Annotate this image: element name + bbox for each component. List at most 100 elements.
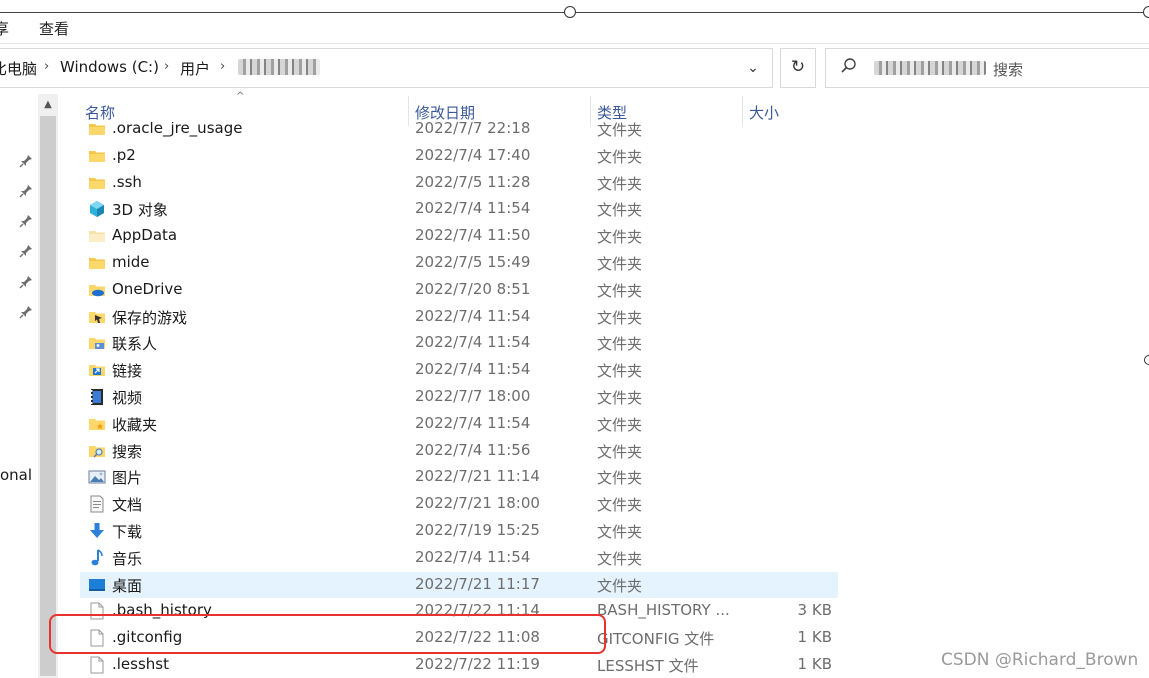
file-type: 文件夹 xyxy=(597,281,643,300)
file-row[interactable]: 图片 2022/7/21 11:14 文件夹 xyxy=(80,464,838,490)
links-icon xyxy=(88,361,106,379)
file-type: 文件夹 xyxy=(597,523,643,541)
scrollbar-thumb[interactable] xyxy=(40,116,56,676)
file-type: 文件夹 xyxy=(597,389,643,407)
folder-icon xyxy=(88,122,106,138)
ribbon-bottom-border xyxy=(0,43,1149,44)
breadcrumb-separator-icon[interactable]: › xyxy=(220,59,225,74)
file-modified-date: 2022/7/4 11:50 xyxy=(415,226,531,245)
file-modified-date: 2022/7/5 11:28 xyxy=(415,172,531,191)
downloads-icon xyxy=(88,522,106,540)
file-row[interactable]: 视频 2022/7/7 18:00 文件夹 xyxy=(80,384,838,410)
file-row[interactable]: OneDrive 2022/7/20 8:51 文件夹 xyxy=(80,277,838,303)
file-type: 文件夹 xyxy=(597,576,643,595)
breadcrumb-username-redacted[interactable] xyxy=(238,59,320,75)
file-modified-date: 2022/7/21 18:00 xyxy=(415,494,540,513)
file-name: 收藏夹 xyxy=(112,415,158,434)
file-row[interactable]: AppData 2022/7/4 11:50 文件夹 xyxy=(80,223,838,249)
file-row[interactable]: mide 2022/7/5 15:49 文件夹 xyxy=(80,250,838,276)
file-list[interactable]: .oracle_jre_usage 2022/7/7 22:18 文件夹 .p2 202… xyxy=(80,122,840,678)
file-row[interactable]: 收藏夹 2022/7/4 11:54 文件夹 xyxy=(80,411,838,437)
file-row[interactable]: 下载 2022/7/19 15:25 文件夹 xyxy=(80,518,838,544)
annotation-highlight xyxy=(49,614,606,654)
column-header-size[interactable]: 大小 xyxy=(749,102,779,123)
file-type: 文件夹 xyxy=(597,335,643,354)
file-type: 文件夹 xyxy=(597,308,643,327)
tab-view[interactable]: 查看 xyxy=(39,18,69,39)
pin-icon xyxy=(19,185,32,198)
file-type: BASH_HISTORY ... xyxy=(597,601,730,620)
breadcrumb-separator-icon[interactable]: › xyxy=(164,59,169,74)
file-row[interactable]: 3D 对象 2022/7/4 11:54 文件夹 xyxy=(80,196,838,222)
breadcrumb-this-pc[interactable]: 比电脑 xyxy=(0,58,37,79)
file-type: 文件夹 xyxy=(597,469,643,488)
file-row[interactable]: 链接 2022/7/4 11:54 文件夹 xyxy=(80,357,838,383)
file-modified-date: 2022/7/4 11:54 xyxy=(415,547,531,566)
file-modified-date: 2022/7/21 11:17 xyxy=(415,574,540,593)
videos-icon xyxy=(88,388,106,406)
file-modified-date: 2022/7/20 8:51 xyxy=(415,279,531,298)
file-row[interactable]: 桌面 2022/7/21 11:17 文件夹 xyxy=(80,571,838,598)
navigation-pane[interactable] xyxy=(0,94,38,678)
file-modified-date: 2022/7/22 11:19 xyxy=(415,655,540,673)
search-scope-redacted xyxy=(874,61,986,75)
file-type: GITCONFIG 文件 xyxy=(597,630,715,649)
breadcrumb-separator-icon[interactable]: › xyxy=(44,59,49,74)
file-row[interactable]: 搜索 2022/7/4 11:56 文件夹 xyxy=(80,438,838,464)
nav-item-partial[interactable]: onal xyxy=(0,466,32,484)
resize-handle-edge[interactable] xyxy=(1144,355,1149,365)
file-name: 3D 对象 xyxy=(112,201,168,220)
file-name: 链接 xyxy=(112,362,143,381)
file-row[interactable]: .ssh 2022/7/5 11:28 文件夹 xyxy=(80,170,838,196)
file-row[interactable]: .p2 2022/7/4 17:40 文件夹 xyxy=(80,143,838,169)
file-type: 文件夹 xyxy=(597,228,643,247)
nav-scrollbar[interactable]: ▲ xyxy=(38,94,58,678)
file-name: mide xyxy=(112,253,150,271)
file-modified-date: 2022/7/5 15:49 xyxy=(415,253,531,271)
refresh-button[interactable]: ↻ xyxy=(780,48,816,88)
file-row[interactable]: 音乐 2022/7/4 11:54 文件夹 xyxy=(80,545,838,571)
search-box[interactable]: 搜索 xyxy=(825,48,1149,88)
onedrive-icon xyxy=(88,281,106,299)
file-modified-date: 2022/7/4 11:54 xyxy=(415,360,531,379)
file-modified-date: 2022/7/4 11:54 xyxy=(415,413,531,432)
scroll-up-icon[interactable]: ▲ xyxy=(38,96,58,114)
file-name: 下载 xyxy=(112,523,143,541)
address-bar[interactable]: 比电脑 › Windows (C:) › 用户 › xyxy=(0,48,773,88)
column-header-date[interactable]: 修改日期 xyxy=(415,102,475,123)
file-type: 文件夹 xyxy=(597,496,643,515)
file-row[interactable]: .lesshst 2022/7/22 11:19 LESSHST 文件 1 KB xyxy=(80,652,838,678)
tab-share[interactable]: 享 xyxy=(0,18,9,39)
pin-icon xyxy=(19,155,32,168)
file-modified-date: 2022/7/21 11:14 xyxy=(415,467,540,486)
file-name: 图片 xyxy=(112,469,143,488)
address-history-dropdown-icon[interactable]: ⌄ xyxy=(744,58,762,78)
file-type: 文件夹 xyxy=(597,255,643,273)
resize-handle-right[interactable] xyxy=(1143,6,1149,18)
breadcrumb-users[interactable]: 用户 xyxy=(180,58,210,79)
file-name: .p2 xyxy=(112,145,136,164)
column-header-type[interactable]: 类型 xyxy=(597,102,627,123)
file-modified-date: 2022/7/4 11:54 xyxy=(415,199,531,218)
file-name: 桌面 xyxy=(112,576,143,595)
file-type: 文件夹 xyxy=(597,147,643,166)
sort-ascending-icon: ^ xyxy=(236,91,245,102)
file-type: 文件夹 xyxy=(597,549,643,568)
file-modified-date: 2022/7/4 11:56 xyxy=(415,440,531,459)
file-name: 文档 xyxy=(112,496,143,515)
file-type: 文件夹 xyxy=(597,415,643,434)
file-name: 搜索 xyxy=(112,442,143,461)
file-row[interactable]: 保存的游戏 2022/7/4 11:54 文件夹 xyxy=(80,304,838,330)
refresh-icon: ↻ xyxy=(790,57,806,77)
file-name: AppData xyxy=(112,226,178,245)
file-row[interactable]: 联系人 2022/7/4 11:54 文件夹 xyxy=(80,330,838,356)
resize-handle[interactable] xyxy=(564,6,576,18)
file-size: 3 KB xyxy=(797,601,832,620)
favorites-icon xyxy=(88,415,106,433)
file-row[interactable]: .oracle_jre_usage 2022/7/7 22:18 文件夹 xyxy=(80,122,838,142)
breadcrumb-drive[interactable]: Windows (C:) xyxy=(60,58,159,76)
file-row[interactable]: 文档 2022/7/21 18:00 文件夹 xyxy=(80,491,838,517)
file-type: 文件夹 xyxy=(597,362,643,381)
contacts-icon xyxy=(88,334,106,352)
column-header-name[interactable]: 名称 xyxy=(85,102,115,123)
